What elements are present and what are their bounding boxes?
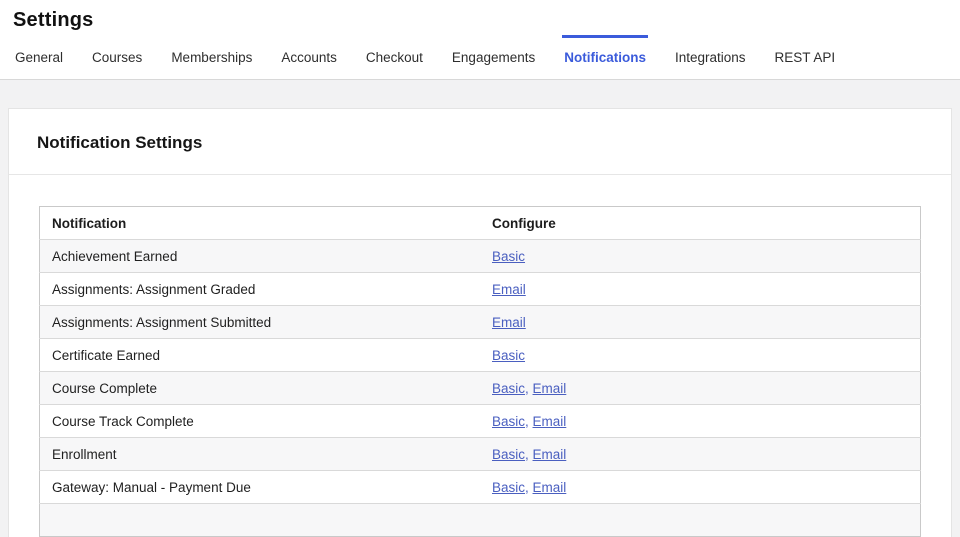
table-row: Course CompleteBasic, Email — [40, 372, 921, 405]
configure-cell: Basic, Email — [480, 438, 921, 471]
table-header: Notification Configure — [40, 207, 921, 240]
page-header: Settings — [0, 0, 960, 35]
table-body: Achievement Earned Basic Assignments: Assi… — [40, 240, 921, 537]
configure-cell — [480, 504, 921, 537]
tab-memberships[interactable]: Memberships — [169, 35, 254, 79]
configure-cell: Email — [480, 273, 921, 306]
configure-link-email[interactable]: Email — [533, 381, 567, 396]
tab-integrations[interactable]: Integrations — [673, 35, 748, 79]
notification-name: Gateway: Manual - Payment Due — [40, 471, 481, 504]
notification-settings-card: Notification Settings Notification Confi… — [8, 108, 952, 537]
content-area: Notification Settings Notification Confi… — [0, 80, 960, 537]
page-title: Settings — [13, 9, 947, 32]
configure-link-basic[interactable]: Basic — [492, 249, 525, 264]
table-row: Achievement Earned Basic — [40, 240, 921, 273]
table-row-partial — [40, 504, 921, 537]
table-row: EnrollmentBasic, Email — [40, 438, 921, 471]
configure-link-basic[interactable]: Basic — [492, 480, 525, 495]
configure-link-email[interactable]: Email — [533, 447, 567, 462]
table-row: Gateway: Manual - Payment DueBasic, Emai… — [40, 471, 921, 504]
notification-name: Achievement Earned — [40, 240, 481, 273]
configure-link-email[interactable]: Email — [533, 414, 567, 429]
tab-checkout[interactable]: Checkout — [364, 35, 425, 79]
configure-link-separator: , — [525, 447, 533, 462]
table-wrapper: Notification Configure Achievement Earne… — [9, 175, 951, 537]
configure-link-basic[interactable]: Basic — [492, 414, 525, 429]
configure-link-email[interactable]: Email — [492, 282, 526, 297]
tab-notifications[interactable]: Notifications — [562, 35, 648, 79]
notifications-table: Notification Configure Achievement Earne… — [39, 206, 921, 537]
notification-name — [40, 504, 481, 537]
table-row: Assignments: Assignment Graded Email — [40, 273, 921, 306]
configure-link-separator: , — [525, 414, 533, 429]
configure-link-basic[interactable]: Basic — [492, 447, 525, 462]
configure-cell: Basic, Email — [480, 471, 921, 504]
tab-courses[interactable]: Courses — [90, 35, 144, 79]
configure-cell: Basic — [480, 339, 921, 372]
configure-link-basic[interactable]: Basic — [492, 381, 525, 396]
configure-cell: Basic — [480, 240, 921, 273]
configure-cell: Basic, Email — [480, 405, 921, 438]
configure-link-basic[interactable]: Basic — [492, 348, 525, 363]
notification-name: Assignments: Assignment Submitted — [40, 306, 481, 339]
table-row: Course Track CompleteBasic, Email — [40, 405, 921, 438]
table-header-row: Notification Configure — [40, 207, 921, 240]
notification-name: Assignments: Assignment Graded — [40, 273, 481, 306]
tab-accounts[interactable]: Accounts — [279, 35, 339, 79]
notification-name: Course Complete — [40, 372, 481, 405]
tab-rest-api[interactable]: REST API — [773, 35, 838, 79]
configure-cell: Basic, Email — [480, 372, 921, 405]
configure-link-email[interactable]: Email — [492, 315, 526, 330]
table-row: Certificate Earned Basic — [40, 339, 921, 372]
configure-link-separator: , — [525, 381, 533, 396]
column-header-notification: Notification — [40, 207, 481, 240]
notification-name: Course Track Complete — [40, 405, 481, 438]
tab-general[interactable]: General — [13, 35, 65, 79]
card-title: Notification Settings — [9, 109, 951, 175]
notification-name: Certificate Earned — [40, 339, 481, 372]
tab-engagements[interactable]: Engagements — [450, 35, 537, 79]
column-header-configure: Configure — [480, 207, 921, 240]
notification-name: Enrollment — [40, 438, 481, 471]
configure-link-email[interactable]: Email — [533, 480, 567, 495]
configure-cell: Email — [480, 306, 921, 339]
configure-link-separator: , — [525, 480, 533, 495]
table-row: Assignments: Assignment Submitted Email — [40, 306, 921, 339]
tab-bar: General Courses Memberships Accounts Checkou… — [0, 35, 960, 80]
